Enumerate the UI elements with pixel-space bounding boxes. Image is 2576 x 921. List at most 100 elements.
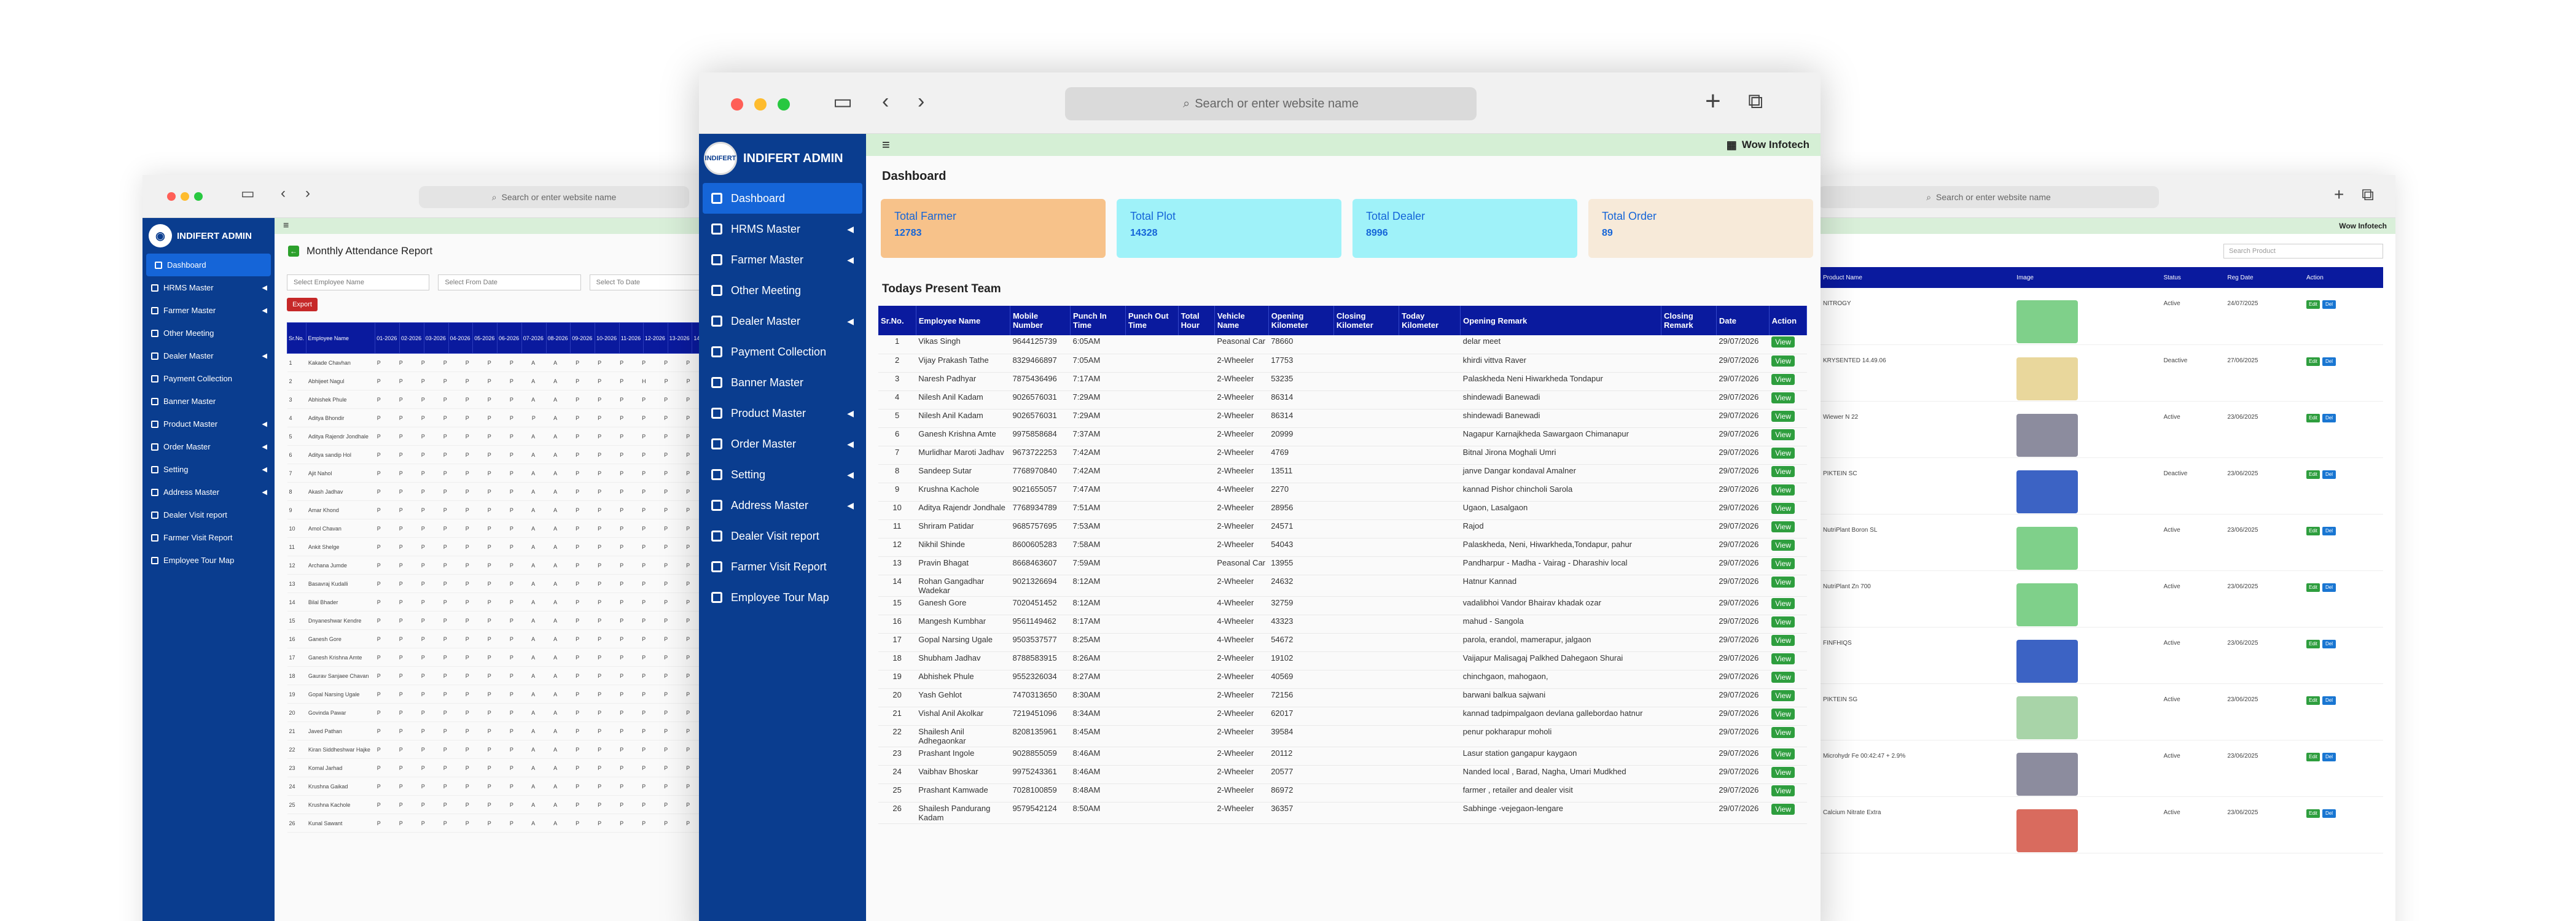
edit-button[interactable]: Edit xyxy=(2306,470,2320,479)
view-button[interactable]: View xyxy=(1771,766,1795,778)
from-date-input[interactable]: Select From Date xyxy=(438,274,581,290)
sidebar-item-setting[interactable]: Setting ◀ xyxy=(699,459,866,490)
sidebar-item-payment-collection[interactable]: Payment Collection xyxy=(142,367,275,390)
sidebar-item-farmer-visit-report[interactable]: Farmer Visit Report xyxy=(142,526,275,549)
view-button[interactable]: View xyxy=(1771,616,1795,628)
delete-button[interactable]: Del xyxy=(2322,357,2336,366)
employee-select[interactable]: Select Employee Name xyxy=(287,274,430,290)
minimize-dot[interactable] xyxy=(181,192,189,201)
edit-button[interactable]: Edit xyxy=(2306,583,2320,592)
view-button[interactable]: View xyxy=(1771,429,1795,440)
sidebar-item-farmer-visit-report[interactable]: Farmer Visit Report xyxy=(699,551,866,582)
view-button[interactable]: View xyxy=(1771,597,1795,609)
edit-button[interactable]: Edit xyxy=(2306,809,2320,818)
back-icon[interactable]: ‹ xyxy=(281,185,286,202)
back-arrow-icon[interactable]: ← xyxy=(288,246,299,257)
edit-button[interactable]: Edit xyxy=(2306,639,2320,648)
sidebar-item-hrms-master[interactable]: HRMS Master ◀ xyxy=(142,276,275,299)
view-button[interactable]: View xyxy=(1771,373,1795,385)
sidebar-item-other-meeting[interactable]: Other Meeting xyxy=(699,275,866,306)
view-button[interactable]: View xyxy=(1771,803,1795,815)
close-dot[interactable] xyxy=(731,98,743,111)
edit-button[interactable]: Edit xyxy=(2306,300,2320,309)
view-button[interactable]: View xyxy=(1771,671,1795,683)
hamburger-icon[interactable]: ≡ xyxy=(283,220,289,231)
sidebar-item-banner-master[interactable]: Banner Master xyxy=(142,390,275,413)
delete-button[interactable]: Del xyxy=(2322,470,2336,479)
maximize-dot[interactable] xyxy=(778,98,790,111)
view-button[interactable]: View xyxy=(1771,502,1795,514)
delete-button[interactable]: Del xyxy=(2322,809,2336,818)
view-button[interactable]: View xyxy=(1771,634,1795,646)
edit-button[interactable]: Edit xyxy=(2306,357,2320,366)
sidebar-item-dealer-visit-report[interactable]: Dealer Visit report xyxy=(142,503,275,526)
maximize-dot[interactable] xyxy=(194,192,203,201)
sidebar-toggle-icon[interactable]: ▭ xyxy=(833,90,853,114)
url-bar[interactable]: ⌕ Search or enter website name xyxy=(419,186,689,208)
delete-button[interactable]: Del xyxy=(2322,639,2336,648)
sidebar-item-dashboard[interactable]: Dashboard xyxy=(146,254,271,276)
sidebar-item-dealer-master[interactable]: Dealer Master ◀ xyxy=(142,344,275,367)
sidebar-item-employee-tour-map[interactable]: Employee Tour Map xyxy=(142,549,275,572)
view-button[interactable]: View xyxy=(1771,484,1795,495)
sidebar-item-banner-master[interactable]: Banner Master xyxy=(699,367,866,398)
view-button[interactable]: View xyxy=(1771,726,1795,738)
view-button[interactable]: View xyxy=(1771,336,1795,348)
delete-button[interactable]: Del xyxy=(2322,752,2336,761)
stat-card-order[interactable]: Total Order 89 xyxy=(1588,199,1813,258)
sidebar-item-address-master[interactable]: Address Master ◀ xyxy=(699,490,866,521)
url-bar[interactable]: ⌕ Search or enter website name xyxy=(1065,87,1477,120)
delete-button[interactable]: Del xyxy=(2322,300,2336,309)
view-button[interactable]: View xyxy=(1771,576,1795,588)
sidebar-item-setting[interactable]: Setting ◀ xyxy=(142,458,275,481)
delete-button[interactable]: Del xyxy=(2322,583,2336,592)
view-button[interactable]: View xyxy=(1771,447,1795,459)
sidebar-item-order-master[interactable]: Order Master ◀ xyxy=(142,435,275,458)
view-button[interactable]: View xyxy=(1771,785,1795,796)
hamburger-icon[interactable]: ≡ xyxy=(882,137,890,153)
sidebar-item-hrms-master[interactable]: HRMS Master ◀ xyxy=(699,214,866,244)
sidebar-item-other-meeting[interactable]: Other Meeting xyxy=(142,322,275,344)
view-button[interactable]: View xyxy=(1771,465,1795,477)
edit-button[interactable]: Edit xyxy=(2306,696,2320,705)
sidebar-item-dealer-visit-report[interactable]: Dealer Visit report xyxy=(699,521,866,551)
sidebar-item-order-master[interactable]: Order Master ◀ xyxy=(699,429,866,459)
edit-button[interactable]: Edit xyxy=(2306,752,2320,761)
stat-card-dealer[interactable]: Total Dealer 8996 xyxy=(1352,199,1577,258)
edit-button[interactable]: Edit xyxy=(2306,526,2320,535)
edit-button[interactable]: Edit xyxy=(2306,413,2320,422)
stat-card-farmer[interactable]: Total Farmer 12783 xyxy=(881,199,1106,258)
sidebar-item-farmer-master[interactable]: Farmer Master ◀ xyxy=(142,299,275,322)
view-button[interactable]: View xyxy=(1771,558,1795,569)
view-button[interactable]: View xyxy=(1771,653,1795,664)
sidebar-item-dashboard[interactable]: Dashboard xyxy=(703,183,862,214)
delete-button[interactable]: Del xyxy=(2322,526,2336,535)
sidebar-toggle-icon[interactable]: ▭ xyxy=(241,185,255,203)
sidebar-item-payment-collection[interactable]: Payment Collection xyxy=(699,336,866,367)
view-button[interactable]: View xyxy=(1771,708,1795,720)
view-button[interactable]: View xyxy=(1771,748,1795,760)
sidebar-item-farmer-master[interactable]: Farmer Master ◀ xyxy=(699,244,866,275)
view-button[interactable]: View xyxy=(1771,521,1795,532)
view-button[interactable]: View xyxy=(1771,539,1795,551)
view-button[interactable]: View xyxy=(1771,392,1795,403)
stat-card-plot[interactable]: Total Plot 14328 xyxy=(1117,199,1341,258)
sidebar-item-product-master[interactable]: Product Master ◀ xyxy=(142,413,275,435)
view-button[interactable]: View xyxy=(1771,355,1795,367)
delete-button[interactable]: Del xyxy=(2322,696,2336,705)
minimize-dot[interactable] xyxy=(754,98,767,111)
sidebar-item-address-master[interactable]: Address Master ◀ xyxy=(142,481,275,503)
new-tab-icon[interactable]: + xyxy=(1705,86,1721,117)
forward-icon[interactable]: › xyxy=(305,185,310,202)
sidebar-item-dealer-master[interactable]: Dealer Master ◀ xyxy=(699,306,866,336)
back-icon[interactable]: ‹ xyxy=(882,90,889,114)
url-bar[interactable]: ⌕ Search or enter website name xyxy=(1818,186,2159,208)
new-tab-icon[interactable]: + xyxy=(2334,185,2344,204)
view-button[interactable]: View xyxy=(1771,690,1795,701)
forward-icon[interactable]: › xyxy=(918,90,924,114)
close-dot[interactable] xyxy=(167,192,176,201)
export-button[interactable]: Export xyxy=(287,298,318,311)
sidebar-item-employee-tour-map[interactable]: Employee Tour Map xyxy=(699,582,866,613)
tabs-overview-icon[interactable]: ⧉ xyxy=(1748,90,1763,114)
view-button[interactable]: View xyxy=(1771,410,1795,422)
